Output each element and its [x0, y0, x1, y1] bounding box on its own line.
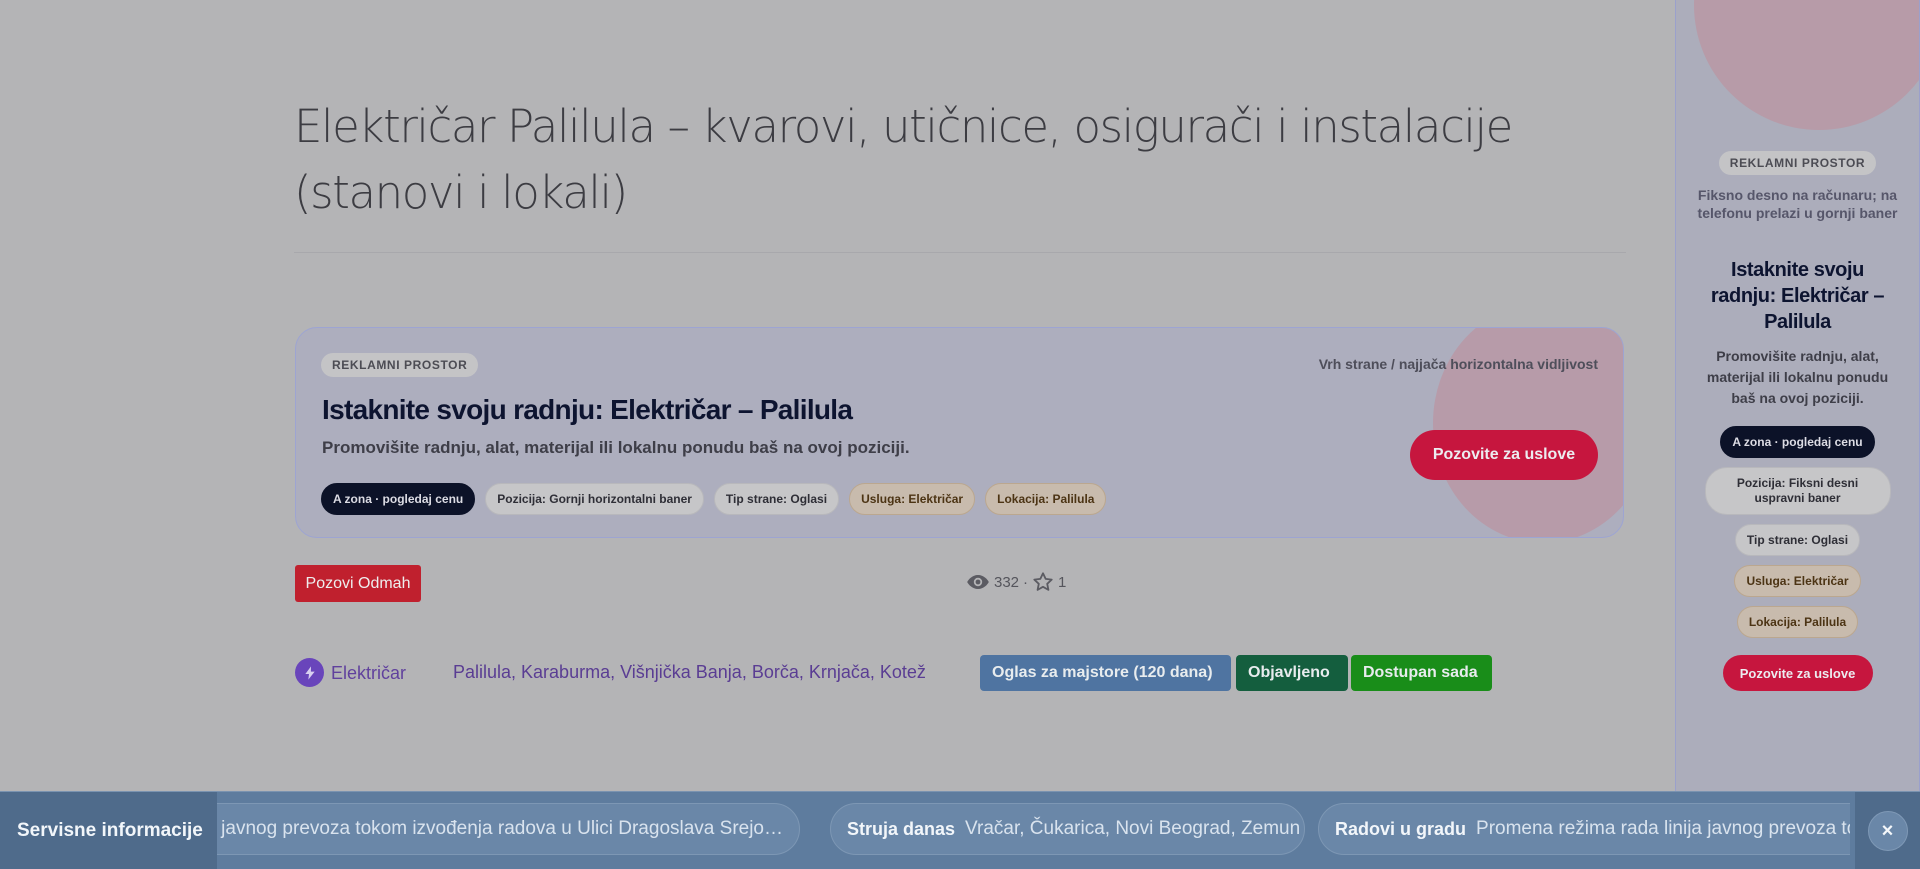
ad-chip-position: Pozicija: Gornji horizontalni baner: [485, 483, 704, 515]
side-ad-title: Istaknite svoju radnju: Električar – Pal…: [1710, 259, 1885, 333]
ticker-label: Servisne informacije: [0, 792, 217, 869]
ticker-item[interactable]: Struja danas Vračar, Čukarica, Novi Beog…: [830, 803, 1305, 855]
ad-chip-service: Usluga: Električar: [849, 483, 976, 515]
main-content: Električar Palilula – kvarovi, utičnice,…: [294, 0, 1626, 691]
side-ad-chip-list: A zona · pogledaj cenu Pozicija: Fiksni …: [1704, 426, 1891, 638]
eye-icon: [966, 573, 990, 591]
ad-chip-page-type: Tip strane: Oglasi: [713, 483, 840, 515]
side-ad-cta-button[interactable]: Pozovite za uslove: [1722, 655, 1873, 691]
close-icon[interactable]: ×: [1867, 811, 1908, 851]
ticker-item-text: Vračar, Čukarica, Novi Beograd, Zemun: [965, 818, 1301, 839]
ad-chip-list: A zona · pogledaj cenu Pozicija: Gornji …: [321, 483, 1107, 515]
ticker-item-text: ja javnog prevoza tokom izvođenja radova…: [201, 818, 783, 839]
side-ad-banner[interactable]: REKLAMNI PROSTOR Fiksno desno na računar…: [1675, 0, 1920, 795]
ad-position-note: Vrh strane / najjača horizontalna vidlji…: [1318, 356, 1598, 372]
tag-published: Objavljeno: [1236, 655, 1348, 691]
side-chip-page-type: Tip strane: Oglasi: [1734, 524, 1861, 556]
tag-available: Dostupan sada: [1351, 655, 1492, 691]
ad-subtitle: Promovišite radnju, alat, materijal ili …: [322, 438, 910, 457]
listing-stats: 332 · 1: [966, 568, 1066, 596]
listing-meta-row: Električar Palilula, Karaburma, Višnjičk…: [295, 655, 1595, 691]
stats-separator: ·: [1023, 573, 1029, 591]
ticker-item[interactable]: Radovi u gradu Promena režima rada linij…: [1318, 803, 1850, 855]
ad-chip-price-zone[interactable]: A zona · pogledaj cenu: [321, 483, 476, 515]
ad-title: Istaknite svoju radnju: Električar – Pal…: [322, 394, 853, 425]
lightning-bolt-icon: [295, 658, 324, 687]
side-ad-note: Fiksno desno na računaru; na telefonu pr…: [1697, 187, 1898, 221]
call-now-button[interactable]: Pozovi Odmah: [295, 565, 421, 602]
favorites-count: 1: [1058, 573, 1067, 591]
ticker-track: ja javnog prevoza tokom izvođenja radova…: [200, 803, 1850, 855]
locations-list[interactable]: Palilula, Karaburma, Višnjička Banja, Bo…: [453, 662, 926, 683]
side-chip-price-zone[interactable]: A zona · pogledaj cenu: [1720, 426, 1875, 458]
ticker-item-title: Struja danas: [847, 818, 956, 839]
ticker-item-title: Radovi u gradu: [1335, 818, 1467, 839]
service-info-ticker: ja javnog prevoza tokom izvođenja radova…: [0, 791, 1920, 869]
ad-chip-location: Lokacija: Palilula: [985, 483, 1107, 515]
top-ad-banner[interactable]: REKLAMNI PROSTOR Vrh strane / najjača ho…: [295, 327, 1624, 538]
ad-cta-button[interactable]: Pozovite za uslove: [1410, 430, 1598, 480]
side-ad-subtitle: Promovišite radnju, alat, materijal ili …: [1706, 348, 1889, 406]
title-divider: [294, 252, 1626, 253]
ticker-item[interactable]: ja javnog prevoza tokom izvođenja radova…: [200, 803, 800, 855]
side-chip-location: Lokacija: Palilula: [1736, 606, 1859, 638]
views-count: 332: [994, 573, 1020, 591]
ticker-close-button[interactable]: ×: [1855, 792, 1920, 869]
side-chip-service: Usluga: Električar: [1734, 565, 1861, 597]
star-outline-icon[interactable]: [1032, 571, 1054, 593]
side-ad-badge: REKLAMNI PROSTOR: [1718, 151, 1877, 175]
ad-badge: REKLAMNI PROSTOR: [321, 353, 479, 377]
tag-listing-type: Oglas za majstore (120 dana): [980, 655, 1231, 691]
side-chip-position: Pozicija: Fiksni desni uspravni baner: [1704, 467, 1891, 515]
page-title: Električar Palilula – kvarovi, utičnice,…: [294, 100, 1513, 219]
category-link[interactable]: Električar: [331, 663, 406, 684]
ticker-item-text: Promena režima rada linija javnog prevoz…: [1476, 818, 1850, 839]
